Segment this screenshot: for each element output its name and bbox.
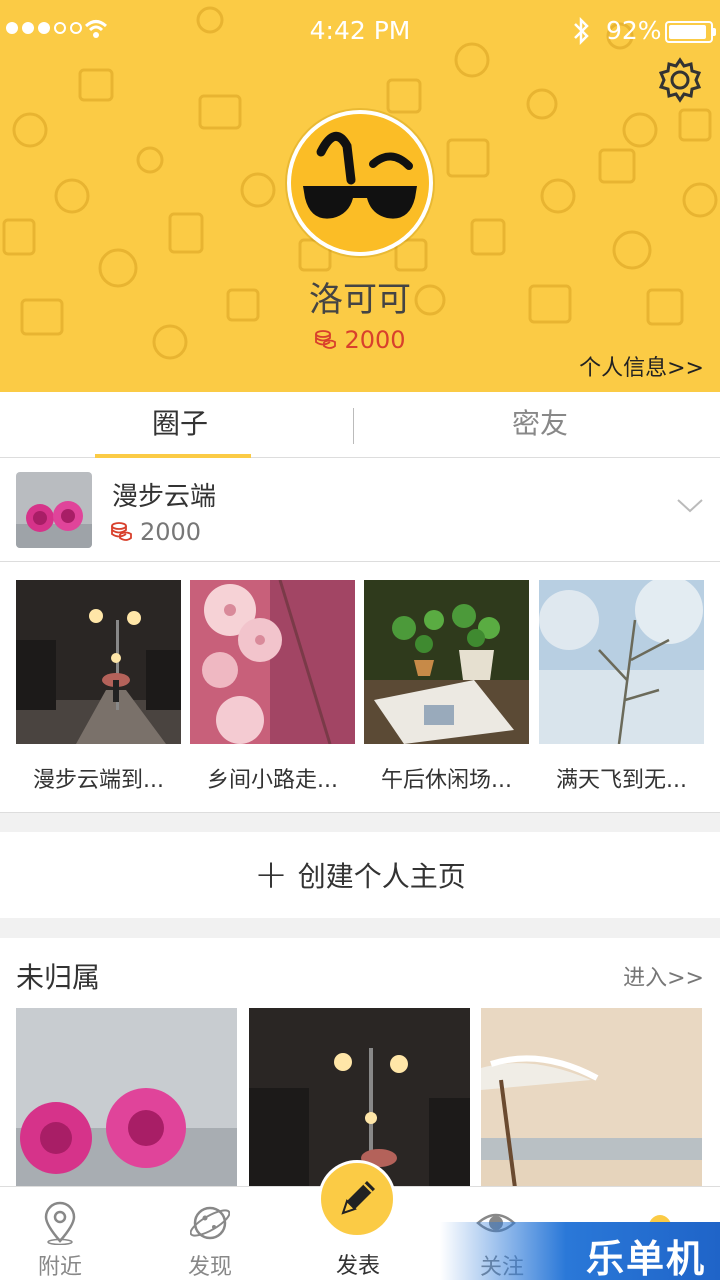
- enter-link[interactable]: 进入>>: [623, 960, 704, 992]
- personal-info-link[interactable]: 个人信息>>: [579, 350, 704, 382]
- coin-stack-icon: [315, 330, 337, 349]
- tab-bar: 圈子 密友: [0, 392, 720, 458]
- circle-coin-amount: 2000: [140, 518, 202, 546]
- coin-amount: 2000: [344, 326, 406, 354]
- photo-caption: 午后休闲场...: [381, 768, 512, 793]
- circle-thumbnail: [16, 472, 92, 548]
- tab-divider: [353, 408, 354, 444]
- status-bar: 4:42 PM 92%: [0, 0, 720, 62]
- pencil-icon: [341, 1181, 375, 1215]
- avatar[interactable]: [287, 110, 433, 256]
- tab-circles[interactable]: 圈子: [0, 392, 360, 458]
- photo-card[interactable]: 漫步云端到...: [16, 580, 181, 794]
- location-pin-icon: [44, 1201, 76, 1245]
- unassigned-photo-beach-umbrella[interactable]: [481, 1008, 702, 1188]
- battery-tip: [713, 28, 716, 36]
- photo-caption: 乡间小路走...: [207, 768, 338, 793]
- photo-frost-branch: [539, 580, 704, 744]
- circle-coin-balance: 2000: [110, 518, 201, 546]
- coin-stack-icon: [111, 522, 132, 541]
- battery-percent: 92%: [606, 16, 662, 45]
- circle-name: 漫步云端: [112, 482, 217, 512]
- photo-caption: 漫步云端到...: [33, 768, 164, 793]
- photo-cherry-blossom: [190, 580, 355, 744]
- photo-night-street: [16, 580, 181, 744]
- chevron-down-icon[interactable]: [676, 498, 704, 514]
- profile-header: 4:42 PM 92% 洛可可 2000 个人信息>>: [0, 0, 720, 392]
- plus-icon: +: [254, 852, 288, 898]
- unassigned-section-title: 未归属: [16, 961, 101, 994]
- bluetooth-icon: [574, 16, 589, 46]
- cool-face-icon: [291, 114, 429, 252]
- photo-card[interactable]: 满天飞到无...: [539, 580, 704, 794]
- unassigned-photo-roses[interactable]: [16, 1008, 237, 1188]
- post-button[interactable]: [318, 1160, 396, 1238]
- planet-icon: [190, 1206, 230, 1240]
- photo-card[interactable]: 午后休闲场...: [364, 580, 529, 794]
- watermark-logo: 乐单机: [440, 1222, 720, 1280]
- circle-photo-list: 漫步云端到... 乡间小路走... 午后休闲场... 满天飞到无...: [0, 580, 720, 810]
- settings-gear-icon[interactable]: [656, 56, 704, 104]
- create-homepage-button[interactable]: + 创建个人主页: [0, 832, 720, 918]
- photo-card[interactable]: 乡间小路走...: [190, 580, 355, 794]
- section-divider: [0, 812, 720, 832]
- username: 洛可可: [309, 280, 411, 320]
- tab-close-friends[interactable]: 密友: [360, 392, 720, 458]
- photo-plants-book: [364, 580, 529, 744]
- watermark-text: 乐单机: [585, 1237, 706, 1280]
- create-homepage-label: 创建个人主页: [297, 860, 466, 893]
- battery-icon: [665, 21, 713, 43]
- photo-caption: 满天飞到无...: [556, 768, 687, 793]
- circle-header[interactable]: 漫步云端 2000: [0, 458, 720, 562]
- section-divider: [0, 918, 720, 938]
